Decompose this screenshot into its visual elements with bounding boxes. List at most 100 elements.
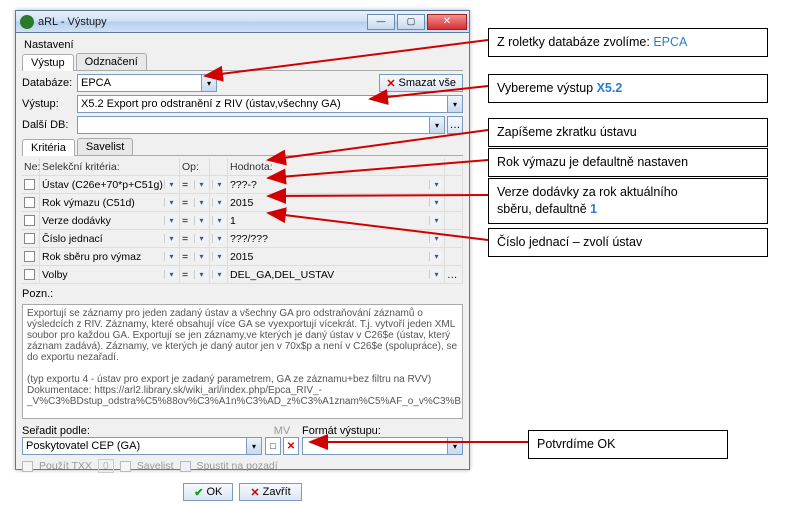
chevron-down-icon: ▾ [429, 117, 444, 133]
pozn-textarea[interactable]: Exportují se záznamy pro jeden zadaný ús… [22, 304, 463, 419]
txx-value: 0 [98, 459, 114, 473]
aux-select[interactable] [210, 176, 228, 193]
row-end [445, 212, 463, 229]
criteria-grid: Ne: Selekční kritéria: Op: Hodnota: Ústa… [22, 158, 463, 284]
format-select[interactable]: ▾ [302, 437, 463, 455]
op-select[interactable]: = [180, 266, 210, 283]
chk-background-label: Spustit na pozadí [197, 460, 278, 472]
aux-select[interactable] [210, 230, 228, 247]
op-select[interactable]: = [180, 194, 210, 211]
output-select[interactable]: X5.2 Export pro odstranění z RIV (ústav,… [77, 95, 463, 113]
ne-checkbox[interactable] [22, 230, 40, 247]
maximize-button[interactable]: ▢ [397, 14, 425, 30]
pozn-text: Exportují se záznamy pro jeden zadaný ús… [27, 308, 463, 407]
ok-button[interactable]: ✔ OK [183, 483, 233, 501]
mv-clear-button[interactable]: ✕ [283, 437, 299, 455]
clear-all-button[interactable]: ✕ Smazat vše [379, 74, 463, 92]
annotation: Rok výmazu je defaultně nastaven [488, 148, 768, 177]
ne-checkbox[interactable] [22, 194, 40, 211]
aux-select[interactable] [210, 266, 228, 283]
row-end [445, 230, 463, 247]
cancel-button[interactable]: ✕ Zavřít [239, 483, 301, 501]
minimize-button[interactable]: — [367, 14, 395, 30]
sort-label: Seřadit podle: [22, 425, 262, 437]
value-input[interactable]: 2015 [228, 248, 445, 265]
col-sel: Selekční kritéria: [40, 158, 180, 175]
app-icon [20, 15, 34, 29]
criteria-tabs: Kritéria Savelist [22, 138, 463, 156]
row-nextdb: Další DB: ▾ … [22, 116, 463, 134]
value-input[interactable]: ???/??? [228, 230, 445, 247]
op-select[interactable]: = [180, 230, 210, 247]
label-output: Výstup: [22, 98, 77, 110]
annotation: Potvrdíme OK [528, 430, 728, 459]
output-value: X5.2 Export pro odstranění z RIV (ústav,… [81, 98, 341, 110]
criteria-select[interactable]: Volby [40, 266, 180, 283]
ne-checkbox[interactable] [22, 176, 40, 193]
nextdb-clear-button[interactable]: … [447, 116, 463, 134]
mv-button[interactable]: □ [265, 437, 281, 455]
annotation-text: Rok výmazu je defaultně nastaven [497, 155, 688, 169]
app-window: aRL - Výstupy — ▢ ✕ Nastavení Výstup Odz… [15, 10, 470, 470]
footer-buttons: ✔ OK ✕ Zavřít [22, 483, 463, 501]
check-icon: ✔ [194, 486, 203, 499]
database-select[interactable]: EPCA ▾ [77, 74, 217, 92]
criteria-select[interactable]: Rok sběru pro výmaz [40, 248, 180, 265]
label-nextdb: Další DB: [22, 119, 77, 131]
table-row: Rok výmazu (C51d) = 2015 [22, 194, 463, 212]
grid-header: Ne: Selekční kritéria: Op: Hodnota: [22, 158, 463, 176]
annotation-text: Potvrdíme OK [537, 437, 616, 451]
tab-vystup[interactable]: Výstup [22, 54, 74, 71]
value-input[interactable]: DEL_GA,DEL_USTAV [228, 266, 445, 283]
close-button[interactable]: ✕ [427, 14, 467, 30]
annotation: Číslo jednací – zvolí ústav [488, 228, 768, 257]
x-icon: ✕ [386, 77, 395, 90]
criteria-select[interactable]: Rok výmazu (C51d) [40, 194, 180, 211]
format-label: Formát výstupu: [302, 425, 463, 437]
cancel-label: Zavřít [263, 486, 291, 498]
col-end [445, 158, 463, 175]
annotation-text: Verze dodávky za rok aktuálního [497, 185, 678, 199]
row-end [445, 194, 463, 211]
col-op: Op: [180, 158, 210, 175]
criteria-select[interactable]: Ústav (C26e+70*p+C51g) [40, 176, 180, 193]
bottom-checks: Použít TXX 0 Savelist Spustit na pozadí [22, 459, 463, 473]
mv-label: MV [262, 425, 302, 437]
pozn-label: Pozn.: [22, 288, 463, 300]
chk-background [180, 461, 191, 472]
value-input[interactable]: 1 [228, 212, 445, 229]
table-row: Volby = DEL_GA,DEL_USTAV … [22, 266, 463, 284]
tab-odznaceni[interactable]: Odznačení [76, 53, 147, 70]
criteria-select[interactable]: Číslo jednací [40, 230, 180, 247]
aux-select[interactable] [210, 248, 228, 265]
row-end [445, 248, 463, 265]
annotation-text: Číslo jednací – zvolí ústav [497, 235, 642, 249]
chk-txx [22, 461, 33, 472]
ne-checkbox[interactable] [22, 248, 40, 265]
ne-checkbox[interactable] [22, 212, 40, 229]
aux-select[interactable] [210, 194, 228, 211]
nextdb-select[interactable]: ▾ [77, 116, 445, 134]
annotation: Z roletky databáze zvolíme: EPCA [488, 28, 768, 57]
op-select[interactable]: = [180, 212, 210, 229]
aux-select[interactable] [210, 212, 228, 229]
annotation-text: Z roletky databáze zvolíme: [497, 35, 653, 49]
ne-checkbox[interactable] [22, 266, 40, 283]
row-end: … [445, 266, 463, 283]
op-select[interactable]: = [180, 248, 210, 265]
sort-select[interactable]: Poskytovatel CEP (GA) ▾ [22, 437, 262, 455]
tab-savelist[interactable]: Savelist [77, 138, 134, 155]
window-title: aRL - Výstupy [38, 16, 107, 28]
chevron-down-icon: ▾ [246, 438, 261, 454]
value-input[interactable]: 2015 [228, 194, 445, 211]
annotation-highlight: X5.2 [597, 81, 623, 95]
chevron-down-icon: ▾ [447, 438, 462, 454]
value-input[interactable]: ???-? [228, 176, 445, 193]
criteria-select[interactable]: Verze dodávky [40, 212, 180, 229]
col-spacer [210, 158, 228, 175]
row-end [445, 176, 463, 193]
annotation-highlight: EPCA [653, 35, 687, 49]
tab-kriteria[interactable]: Kritéria [22, 139, 75, 156]
op-select[interactable]: = [180, 176, 210, 193]
sort-value: Poskytovatel CEP (GA) [26, 440, 140, 452]
